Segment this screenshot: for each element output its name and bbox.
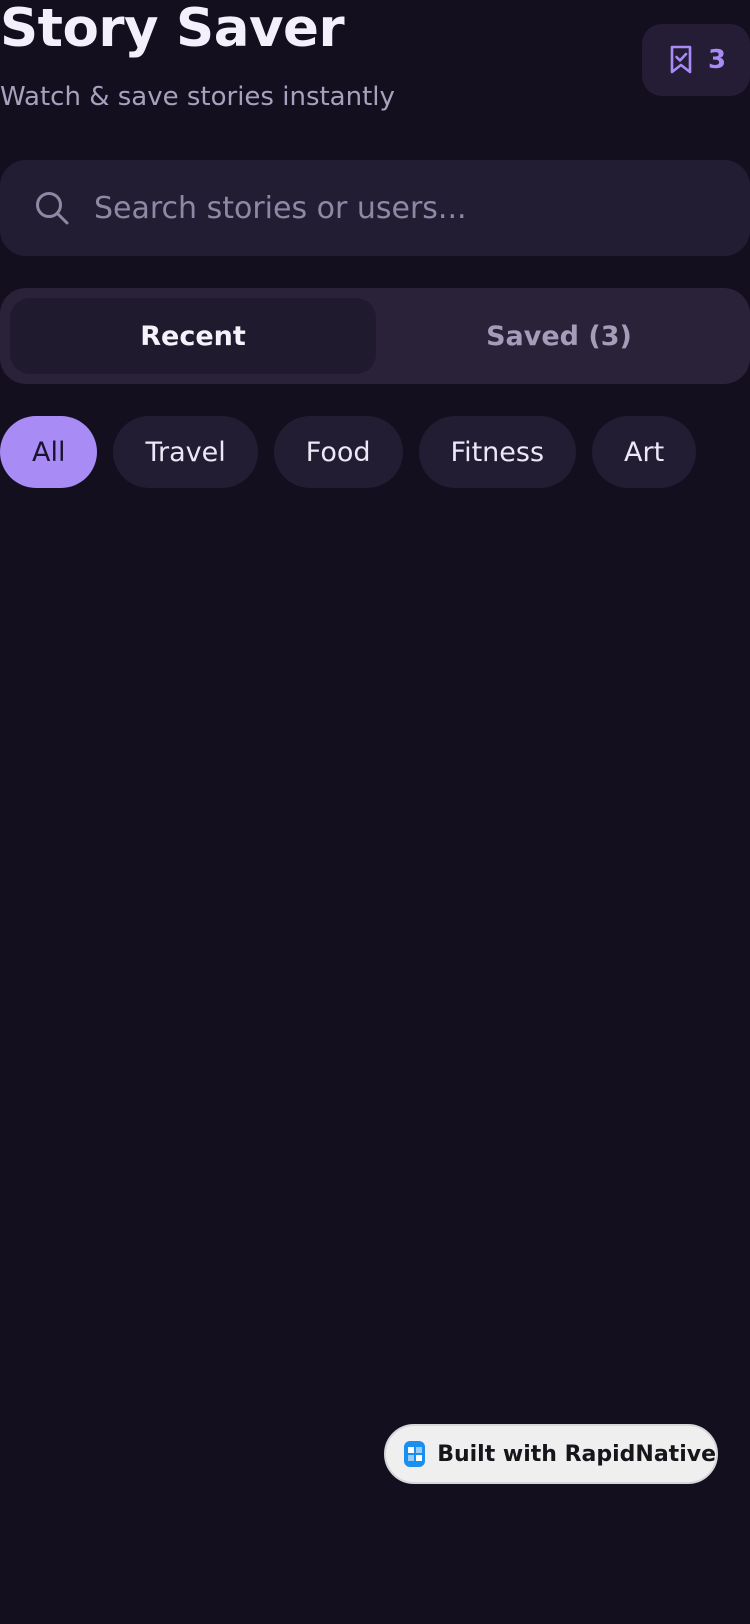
rapidnative-logo-icon (404, 1441, 426, 1467)
saved-stories-button[interactable]: 3 (642, 24, 750, 96)
category-chip-all[interactable]: All (0, 416, 98, 488)
saved-count: 3 (708, 45, 727, 75)
bookmark-check-icon (668, 45, 694, 75)
category-chip-fitness[interactable]: Fitness (418, 416, 577, 488)
category-chip-food[interactable]: Food (273, 416, 403, 488)
tab-saved[interactable]: Saved (3) (376, 298, 742, 374)
tab-recent[interactable]: Recent (10, 298, 376, 374)
built-with-badge[interactable]: Built with RapidNative (384, 1424, 718, 1484)
category-chip-travel[interactable]: Travel (113, 416, 258, 488)
search-icon (34, 190, 70, 226)
page-subtitle: Watch & save stories instantly (0, 82, 395, 112)
search-bar[interactable] (0, 160, 750, 256)
page-title: Story Saver (0, 0, 345, 59)
built-with-label: Built with RapidNative (437, 1441, 716, 1467)
story-saver-screen: Story Saver Watch & save stories instant… (0, 0, 750, 1624)
search-input[interactable] (92, 177, 750, 239)
category-filter: All Travel Food Fitness Art (0, 416, 697, 488)
category-chip-art[interactable]: Art (592, 416, 697, 488)
story-tabs: Recent Saved (3) (0, 288, 750, 384)
